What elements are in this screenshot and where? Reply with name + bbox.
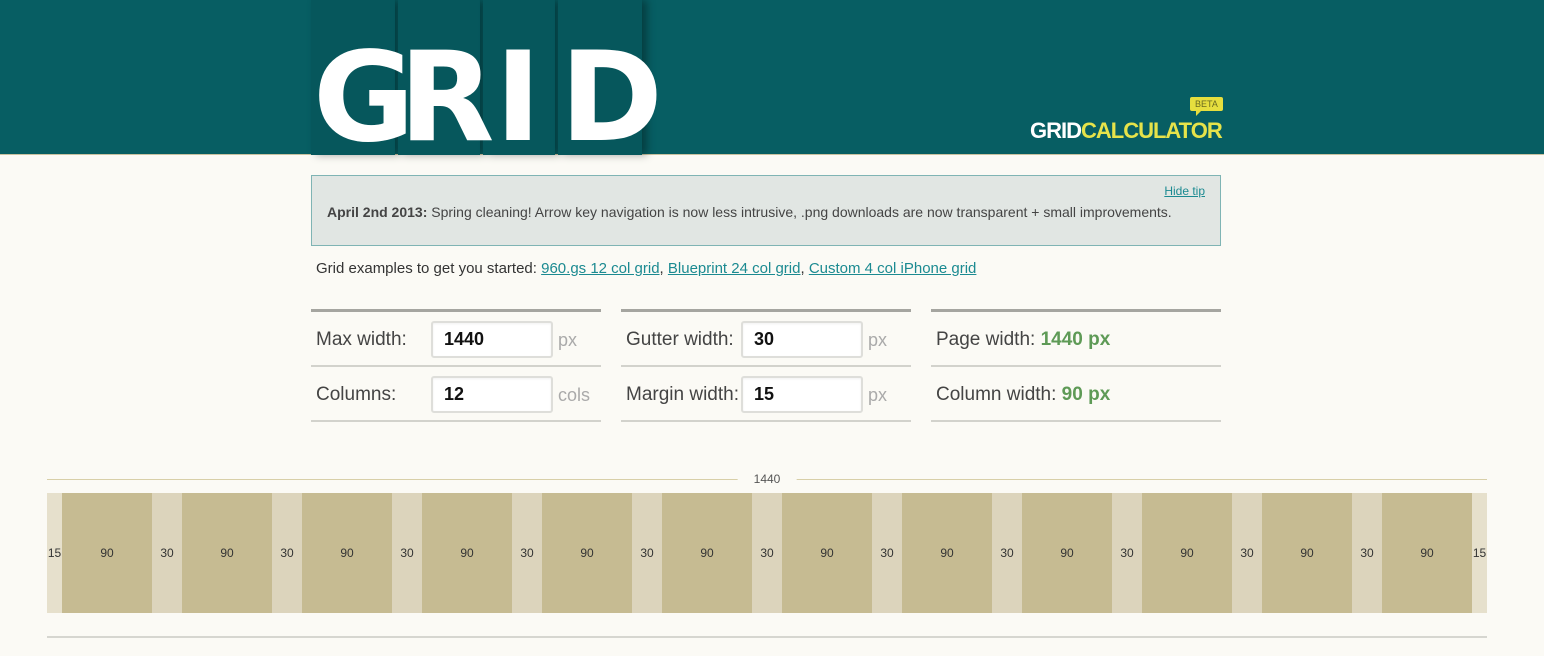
grid-column: 90: [182, 493, 272, 613]
column-width-value: 90 px: [1061, 384, 1111, 405]
grid-column: 90: [422, 493, 512, 613]
columns-input[interactable]: [431, 376, 553, 413]
margin-width-label: Margin width:: [626, 384, 739, 405]
grid-column: 90: [302, 493, 392, 613]
grid-column: 90: [782, 493, 872, 613]
grid-gutter: 30: [752, 493, 782, 613]
logo-letter-r: R: [399, 26, 495, 170]
panel-width-columns: Max width: px Columns: cols: [311, 309, 601, 422]
columns-row: Columns: cols: [311, 367, 601, 422]
grid-column: 90: [1262, 493, 1352, 613]
example-960gs-link[interactable]: 960.gs 12 col grid: [541, 260, 659, 277]
grid-column: 90: [1022, 493, 1112, 613]
grid-column: 90: [902, 493, 992, 613]
gutter-width-input[interactable]: [741, 321, 863, 358]
panel-gutter-margin: Gutter width: px Margin width: px: [621, 309, 911, 422]
gutter-width-label: Gutter width:: [626, 329, 734, 350]
grid-margin-left: 15: [47, 493, 62, 613]
columns-label: Columns:: [316, 384, 397, 405]
grid-column: 90: [1142, 493, 1232, 613]
tip-message: Spring cleaning! Arrow key navigation is…: [427, 204, 1172, 220]
tip-box: Hide tip April 2nd 2013: Spring cleaning…: [311, 175, 1221, 246]
page-width-text: Page width: 1440 px: [936, 329, 1111, 350]
grid-column: 90: [542, 493, 632, 613]
brand-wordmark[interactable]: GRIDCALCULATOR: [1030, 118, 1223, 144]
grid-gutter: 30: [992, 493, 1022, 613]
grid-gutter: 30: [1232, 493, 1262, 613]
columns-unit: cols: [558, 385, 591, 405]
grid-column: 90: [1382, 493, 1472, 613]
panel-results: Page width: 1440 px Column width: 90 px: [931, 309, 1221, 422]
grid-gutter: 30: [1112, 493, 1142, 613]
grid-gutter: 30: [272, 493, 302, 613]
margin-width-row: Margin width: px: [621, 367, 911, 422]
margin-width-unit: px: [868, 385, 888, 405]
gutter-width-unit: px: [868, 330, 888, 350]
site-header: G R I D BETA GRIDCALCULATOR: [0, 0, 1544, 160]
grid-gutter: 30: [152, 493, 182, 613]
grid-gutter: 30: [512, 493, 542, 613]
brand-calculator-text: CALCULATOR: [1081, 118, 1223, 143]
grid-logo[interactable]: G R I D: [311, 0, 663, 160]
margin-width-input[interactable]: [741, 376, 863, 413]
grid-margin-right: 15: [1472, 493, 1487, 613]
page-width-value: 1440 px: [1040, 329, 1111, 350]
grid-column: 90: [62, 493, 152, 613]
beta-badge: BETA: [1190, 97, 1223, 116]
tip-date: April 2nd 2013:: [327, 204, 428, 220]
grid-columns: 15 90 30 90 30 90 30 90 30 90 30 90 30 90 30 90 30 90 30 90…: [47, 493, 1487, 613]
hide-tip-link[interactable]: Hide tip: [1164, 184, 1205, 198]
max-width-row: Max width: px: [311, 312, 601, 367]
page-width-row: Page width: 1440 px: [931, 312, 1221, 367]
logo-letter-i: I: [495, 26, 542, 170]
grid-column: 90: [662, 493, 752, 613]
total-width-ruler: 1440: [47, 468, 1487, 492]
max-width-unit: px: [558, 330, 578, 350]
bottom-divider: [47, 636, 1487, 638]
example-iphone-link[interactable]: Custom 4 col iPhone grid: [809, 260, 977, 277]
max-width-label: Max width:: [316, 329, 407, 350]
examples-intro: Grid examples to get you started:: [316, 260, 542, 277]
total-width-label: 1440: [737, 472, 797, 486]
example-blueprint-link[interactable]: Blueprint 24 col grid: [668, 260, 801, 277]
grid-gutter: 30: [632, 493, 662, 613]
column-width-text: Column width: 90 px: [936, 384, 1111, 405]
grid-gutter: 30: [872, 493, 902, 613]
max-width-input[interactable]: [431, 321, 553, 358]
brand-grid-text: GRID: [1030, 118, 1082, 143]
grid-gutter: 30: [1352, 493, 1382, 613]
column-width-row: Column width: 90 px: [931, 367, 1221, 422]
grid-gutter: 30: [392, 493, 422, 613]
logo-letter-d: D: [560, 26, 663, 170]
gutter-width-row: Gutter width: px: [621, 312, 911, 367]
tip-text: April 2nd 2013: Spring cleaning! Arrow k…: [327, 204, 1172, 220]
grid-examples: Grid examples to get you started: 960.gs…: [316, 260, 977, 277]
grid-preview: 1440 15 90 30 90 30 90 30 90 30 90 30 90 30 90 30 90 30 9…: [47, 468, 1487, 613]
